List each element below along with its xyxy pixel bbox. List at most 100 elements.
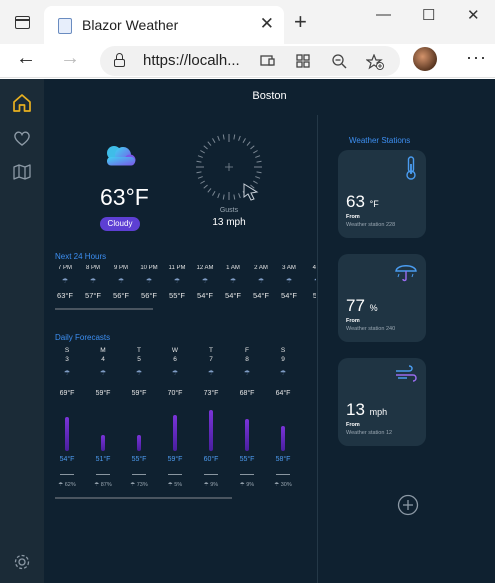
day-separator bbox=[60, 474, 74, 475]
day-separator bbox=[204, 474, 218, 475]
precipitation-value: 73% bbox=[136, 482, 148, 488]
day-low-temperature: 58°F bbox=[275, 456, 291, 463]
weather-condition-icon: ☂ bbox=[135, 370, 143, 377]
precipitation-value: 62% bbox=[64, 482, 76, 488]
daily-scrollbar[interactable] bbox=[55, 497, 232, 499]
station-card[interactable]: 63 °F From Weather station 228 bbox=[338, 150, 426, 238]
precipitation-chance: ☂ 62% bbox=[54, 482, 80, 488]
profile-avatar[interactable] bbox=[413, 47, 437, 71]
weather-app: Boston 63°F Cloudy Gusts 13 mph Next 24 … bbox=[0, 79, 495, 583]
day-name: S bbox=[64, 347, 70, 354]
sidebar bbox=[0, 79, 44, 583]
precipitation-value: 9% bbox=[246, 482, 255, 488]
station-from-label: From bbox=[346, 214, 360, 220]
hour-forecast-item: 8 PM ☂ 57°F bbox=[82, 265, 104, 300]
day-low-temperature: 54°F bbox=[59, 456, 75, 463]
day-low-temperature: 51°F bbox=[95, 456, 111, 463]
day-temperature-bar bbox=[65, 416, 69, 451]
lock-icon[interactable] bbox=[114, 53, 125, 67]
hour-time: 3 AM bbox=[282, 265, 296, 271]
settings-icon[interactable] bbox=[11, 551, 33, 573]
hour-time: 9 PM bbox=[113, 265, 128, 271]
reader-mode-icon[interactable] bbox=[260, 54, 276, 68]
day-forecast-item: S 9 ☂ 64°F 58°F ☂ 30% bbox=[270, 347, 296, 497]
stations-title: Weather Stations bbox=[349, 136, 411, 145]
back-button[interactable]: ← bbox=[16, 47, 36, 70]
precipitation-chance: ☂ 5% bbox=[162, 482, 188, 488]
more-menu-button[interactable]: ··· bbox=[466, 47, 487, 68]
current-temperature: 63°F bbox=[100, 184, 149, 210]
hourly-scrollbar[interactable] bbox=[55, 308, 153, 310]
address-bar[interactable]: https://localh... bbox=[100, 46, 400, 76]
hour-forecast-item: 10 PM ☂ 56°F bbox=[138, 265, 160, 300]
hour-temperature: 54°F bbox=[197, 291, 213, 300]
station-name: Weather station 228 bbox=[346, 222, 396, 228]
hour-temperature: 57°F bbox=[85, 291, 101, 300]
station-card[interactable]: 13 mph From Weather station 12 bbox=[338, 358, 426, 446]
day-high-temperature: 59°F bbox=[131, 390, 147, 397]
add-station-button[interactable] bbox=[397, 494, 419, 516]
station-reading: 13 mph bbox=[346, 400, 387, 420]
day-forecast-item: M 4 ☂ 59°F 51°F ☂ 87% bbox=[90, 347, 116, 497]
hour-forecast-item: 12 AM ☂ 54°F bbox=[194, 265, 216, 300]
day-low-temperature: 55°F bbox=[131, 456, 147, 463]
daily-forecast-strip[interactable]: S 3 ☂ 69°F 54°F ☂ 62% M 4 ☂ 59°F 51°F ☂ 87% T 5 ☂ 59°F 5… bbox=[54, 347, 316, 497]
day-name: S bbox=[280, 347, 286, 354]
station-value: 13 bbox=[346, 400, 365, 419]
close-window-button[interactable]: ✕ bbox=[467, 6, 480, 24]
day-high-temperature: 70°F bbox=[167, 390, 183, 397]
hourly-forecast-strip[interactable]: 7 PM ☂ 63°F 8 PM ☂ 57°F 9 PM ☂ 56°F 10 PM ☂ 56°F 11 … bbox=[54, 265, 316, 305]
minimize-button[interactable]: — bbox=[376, 6, 391, 23]
day-temperature-bar bbox=[137, 434, 141, 451]
night-rain-icon: ☂ bbox=[145, 278, 153, 285]
day-high-temperature: 68°F bbox=[239, 390, 255, 397]
day-name: M bbox=[100, 347, 106, 354]
thermometer-icon bbox=[404, 156, 418, 185]
url-text[interactable]: https://localh... bbox=[143, 52, 240, 69]
day-high-temperature: 64°F bbox=[275, 390, 291, 397]
new-tab-button[interactable]: + bbox=[294, 9, 307, 35]
weather-condition-icon: ☂ bbox=[63, 370, 71, 377]
favorites-icon[interactable] bbox=[11, 127, 33, 149]
hour-time: 2 AM bbox=[254, 265, 268, 271]
tab-actions-icon[interactable] bbox=[15, 16, 30, 29]
night-rain-icon: ☂ bbox=[173, 278, 181, 285]
main-panel: Boston 63°F Cloudy Gusts 13 mph Next 24 … bbox=[44, 79, 495, 583]
day-forecast-item: W 6 ☂ 70°F 59°F ☂ 5% bbox=[162, 347, 188, 497]
station-value: 77 bbox=[346, 296, 365, 315]
station-card[interactable]: 77 % From Weather station 240 bbox=[338, 254, 426, 342]
tab-close-button[interactable]: ✕ bbox=[260, 14, 274, 34]
precipitation-chance: ☂ 73% bbox=[126, 482, 152, 488]
hour-forecast-item: 2 AM ☂ 54°F bbox=[250, 265, 272, 300]
zoom-out-icon[interactable] bbox=[332, 54, 347, 69]
day-separator bbox=[132, 474, 146, 475]
day-forecast-item: F 8 ☂ 68°F 55°F ☂ 9% bbox=[234, 347, 260, 497]
day-temperature-bar bbox=[245, 418, 249, 451]
apps-icon[interactable] bbox=[296, 54, 310, 68]
day-separator bbox=[240, 474, 254, 475]
day-date: 4 bbox=[101, 356, 105, 363]
station-from-label: From bbox=[346, 318, 360, 324]
station-reading: 77 % bbox=[346, 296, 378, 316]
add-favorite-icon[interactable] bbox=[366, 54, 384, 70]
precipitation-chance: ☂ 87% bbox=[90, 482, 116, 488]
gusts-value: 13 mph bbox=[212, 217, 246, 228]
home-icon[interactable] bbox=[11, 92, 33, 114]
hour-temperature: 63°F bbox=[57, 291, 73, 300]
map-icon[interactable] bbox=[11, 161, 33, 183]
hour-time: 10 PM bbox=[140, 265, 158, 271]
hour-temperature: 55°F bbox=[169, 291, 185, 300]
page-favicon-icon bbox=[58, 18, 72, 34]
forward-button[interactable]: → bbox=[60, 47, 80, 70]
night-rain-icon: ☂ bbox=[257, 278, 265, 285]
day-high-temperature: 73°F bbox=[203, 390, 219, 397]
night-rain-icon: ☂ bbox=[117, 278, 125, 285]
browser-tab[interactable]: Blazor Weather ✕ bbox=[44, 6, 284, 44]
precipitation-value: 5% bbox=[174, 482, 183, 488]
hour-time: 8 PM bbox=[85, 265, 100, 271]
weather-condition-icon: ☂ bbox=[243, 370, 251, 377]
gusts-label: Gusts bbox=[219, 207, 239, 214]
station-unit: °F bbox=[369, 199, 379, 209]
station-value: 63 bbox=[346, 192, 365, 211]
maximize-button[interactable]: ☐ bbox=[422, 6, 435, 24]
